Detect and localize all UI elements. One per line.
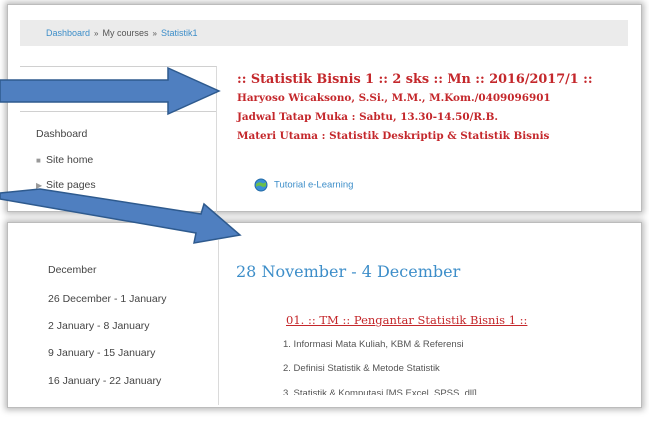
sidebar-week-link[interactable]: December bbox=[48, 264, 96, 276]
sidebar-week-link[interactable]: 16 January - 22 January bbox=[48, 375, 161, 387]
tutorial-link-label: Tutorial e-Learning bbox=[274, 179, 354, 191]
topic-item[interactable]: 2. Definisi Statistik & Metode Statistik bbox=[283, 363, 440, 374]
section-title: 28 November - 4 December bbox=[236, 262, 461, 281]
arrow-right-icon bbox=[0, 66, 221, 116]
globe-icon bbox=[254, 178, 268, 192]
nav-site-home[interactable]: ■ Site home bbox=[36, 154, 93, 166]
bullet-icon: ■ bbox=[36, 156, 41, 165]
course-schedule: Jadwal Tatap Muka : Sabtu, 13.30-14.50/R… bbox=[237, 111, 499, 123]
course-lecturer: Haryoso Wicaksono, S.Si., M.M., M.Kom./0… bbox=[237, 92, 551, 104]
topic-item[interactable]: 1. Informasi Mata Kuliah, KBM & Referens… bbox=[283, 339, 464, 350]
sidebar-week-link[interactable]: 2 January - 8 January bbox=[48, 320, 150, 332]
breadcrumb: Dashboard» My courses» Statistik1 bbox=[20, 20, 628, 46]
breadcrumb-dashboard-link[interactable]: Dashboard bbox=[46, 28, 90, 38]
sidebar-week-link[interactable]: 26 December - 1 January bbox=[48, 293, 166, 305]
breadcrumb-separator: » bbox=[152, 29, 157, 38]
sidebar-week-link[interactable]: 9 January - 15 January bbox=[48, 347, 155, 359]
breadcrumb-my-courses[interactable]: My courses bbox=[102, 28, 148, 38]
course-material: Materi Utama : Statistik Deskriptip & St… bbox=[237, 130, 550, 142]
topic-title-link[interactable]: 01. :: TM :: Pengantar Statistik Bisnis … bbox=[286, 313, 527, 327]
tutorial-link[interactable]: Tutorial e-Learning bbox=[254, 178, 353, 192]
nav-site-home-label: Site home bbox=[46, 154, 94, 166]
course-summary: :: Statistik Bisnis 1 :: 2 sks :: Mn :: … bbox=[237, 70, 629, 146]
breadcrumb-separator: » bbox=[94, 29, 99, 38]
breadcrumb-course-link[interactable]: Statistik1 bbox=[161, 28, 198, 38]
diagonal-arrow-icon bbox=[0, 188, 242, 244]
course-title: :: Statistik Bisnis 1 :: 2 sks :: Mn :: … bbox=[237, 72, 593, 87]
nav-dashboard[interactable]: Dashboard bbox=[36, 128, 87, 140]
topic-item[interactable]: 3. Statistik & Komputasi [MS Excel, SPSS… bbox=[283, 387, 477, 395]
